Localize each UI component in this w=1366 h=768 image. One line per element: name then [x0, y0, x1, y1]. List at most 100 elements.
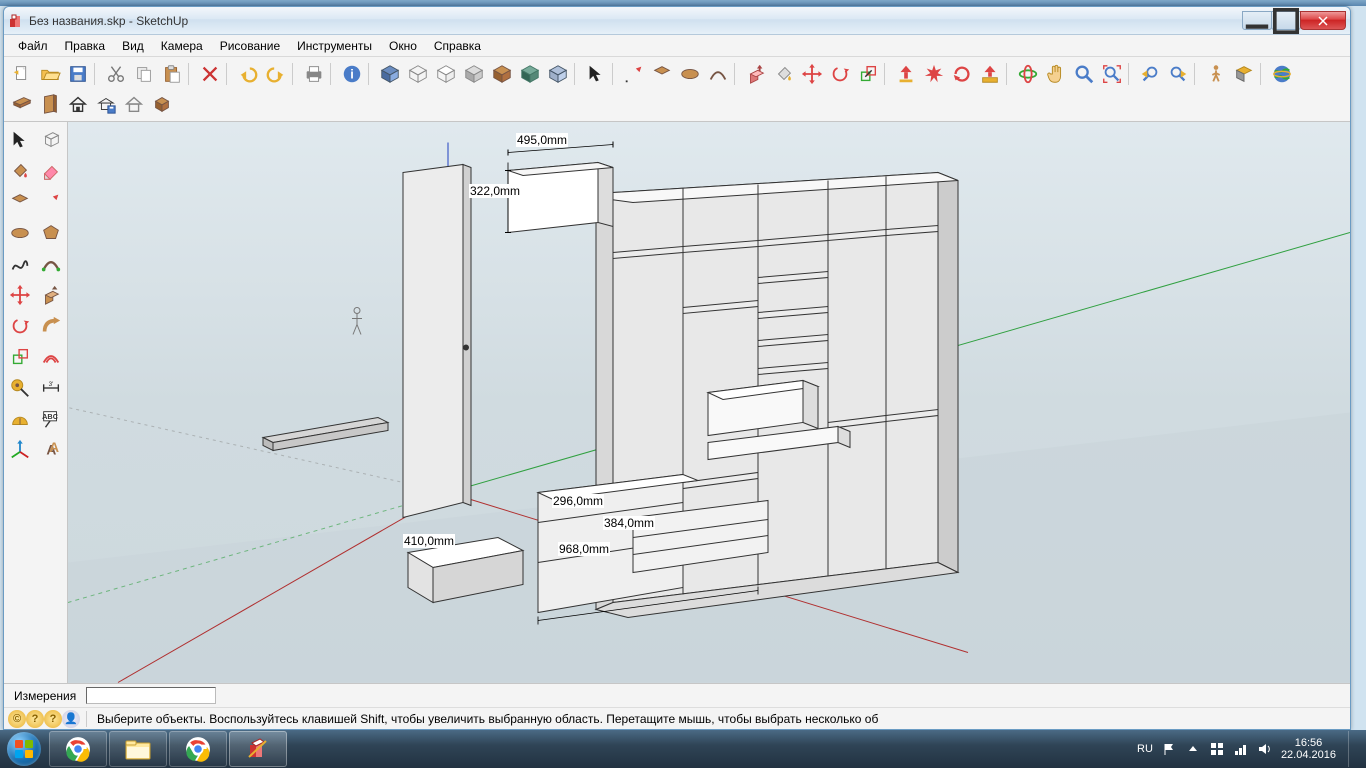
panel-component-icon[interactable] — [36, 90, 64, 118]
line-tool-icon[interactable] — [620, 60, 648, 88]
upload-icon[interactable] — [892, 60, 920, 88]
protractor-icon[interactable] — [6, 405, 34, 433]
cut-icon[interactable] — [102, 60, 130, 88]
freehand-icon[interactable] — [6, 250, 34, 278]
rotate-tool-icon[interactable] — [826, 60, 854, 88]
new-file-icon[interactable] — [8, 60, 36, 88]
circle-side-icon[interactable] — [6, 219, 34, 247]
share-icon[interactable] — [976, 60, 1004, 88]
tray-expand-icon[interactable] — [1185, 741, 1201, 757]
box-component-icon[interactable] — [148, 90, 176, 118]
paste-icon[interactable] — [158, 60, 186, 88]
taskbar-explorer[interactable] — [109, 731, 167, 767]
dimension-icon[interactable]: 3' — [37, 374, 65, 402]
credits-icon[interactable]: © — [8, 710, 26, 728]
make-component-icon[interactable] — [37, 126, 65, 154]
menu-view[interactable]: Вид — [114, 37, 152, 55]
orbit-icon[interactable] — [1014, 60, 1042, 88]
axes-icon[interactable] — [6, 436, 34, 464]
xray-icon[interactable] — [544, 60, 572, 88]
line-side-icon[interactable] — [37, 188, 65, 216]
paint-bucket-icon[interactable] — [770, 60, 798, 88]
previous-view-icon[interactable] — [1136, 60, 1164, 88]
scale-side-icon[interactable] — [6, 343, 34, 371]
copy-icon[interactable] — [130, 60, 158, 88]
save-component-icon[interactable] — [92, 90, 120, 118]
explode-icon[interactable] — [920, 60, 948, 88]
section-icon[interactable] — [1230, 60, 1258, 88]
monochrome-icon[interactable] — [516, 60, 544, 88]
select-tool-icon[interactable] — [582, 60, 610, 88]
geo-location-icon[interactable] — [1268, 60, 1296, 88]
help-icon[interactable]: ? — [26, 710, 44, 728]
arc-tool-icon[interactable] — [704, 60, 732, 88]
titlebar[interactable]: Без названия.skp - SketchUp — [4, 7, 1350, 35]
menu-draw[interactable]: Рисование — [212, 37, 288, 55]
move-tool-icon[interactable] — [798, 60, 826, 88]
push-pull-icon[interactable] — [742, 60, 770, 88]
wireframe-icon[interactable] — [404, 60, 432, 88]
move-side-icon[interactable] — [6, 281, 34, 309]
charms-icon[interactable] — [1209, 741, 1225, 757]
next-view-icon[interactable] — [1164, 60, 1192, 88]
tray-clock[interactable]: 16:56 22.04.2016 — [1281, 737, 1336, 761]
menu-window[interactable]: Окно — [381, 37, 425, 55]
zoom-icon[interactable] — [1070, 60, 1098, 88]
reload-icon[interactable] — [948, 60, 976, 88]
help2-icon[interactable]: ? — [44, 710, 62, 728]
push-pull-side-icon[interactable] — [37, 281, 65, 309]
taskbar-chrome-2[interactable] — [169, 731, 227, 767]
undo-icon[interactable] — [234, 60, 262, 88]
hidden-line-icon[interactable] — [432, 60, 460, 88]
shaded-textures-icon[interactable] — [488, 60, 516, 88]
house-component-icon[interactable] — [64, 90, 92, 118]
menu-edit[interactable]: Правка — [57, 37, 114, 55]
arc-side-icon[interactable] — [37, 250, 65, 278]
network-icon[interactable] — [1233, 741, 1249, 757]
tape-measure-icon[interactable] — [6, 374, 34, 402]
taskbar-chrome-1[interactable] — [49, 731, 107, 767]
scale-tool-icon[interactable] — [854, 60, 882, 88]
eraser-icon[interactable] — [37, 157, 65, 185]
flag-icon[interactable] — [1161, 741, 1177, 757]
volume-icon[interactable] — [1257, 741, 1273, 757]
walk-icon[interactable] — [1202, 60, 1230, 88]
model-info-icon[interactable]: i — [338, 60, 366, 88]
zoom-extents-icon[interactable] — [1098, 60, 1126, 88]
board-component-icon[interactable] — [8, 90, 36, 118]
start-button[interactable] — [0, 730, 48, 768]
iso-view-icon[interactable] — [376, 60, 404, 88]
3d-text-icon[interactable]: AA — [37, 436, 65, 464]
open-file-icon[interactable] — [36, 60, 64, 88]
viewport[interactable]: 495,0mm 322,0mm 296,0mm 384,0mm 968,0mm … — [68, 122, 1350, 683]
print-icon[interactable] — [300, 60, 328, 88]
maximize-button[interactable] — [1271, 11, 1301, 30]
menu-tools[interactable]: Инструменты — [289, 37, 380, 55]
rectangle-tool-icon[interactable] — [648, 60, 676, 88]
select-icon[interactable] — [6, 126, 34, 154]
rectangle-side-icon[interactable] — [6, 188, 34, 216]
language-indicator[interactable]: RU — [1137, 743, 1153, 755]
follow-me-icon[interactable] — [37, 312, 65, 340]
redo-icon[interactable] — [262, 60, 290, 88]
rotate-side-icon[interactable] — [6, 312, 34, 340]
menu-file[interactable]: Файл — [10, 37, 56, 55]
taskbar-sketchup[interactable] — [229, 731, 287, 767]
user-icon[interactable]: 👤 — [62, 710, 80, 728]
offset-icon[interactable] — [37, 343, 65, 371]
paint-bucket-side-icon[interactable] — [6, 157, 34, 185]
close-button[interactable] — [1300, 11, 1346, 30]
text-tool-icon[interactable]: ABC — [37, 405, 65, 433]
menu-help[interactable]: Справка — [426, 37, 489, 55]
save-file-icon[interactable] — [64, 60, 92, 88]
circle-tool-icon[interactable] — [676, 60, 704, 88]
delete-icon[interactable] — [196, 60, 224, 88]
pan-icon[interactable] — [1042, 60, 1070, 88]
shaded-icon[interactable] — [460, 60, 488, 88]
measurements-input[interactable] — [86, 687, 216, 704]
minimize-button[interactable] — [1242, 11, 1272, 30]
outline-component-icon[interactable] — [120, 90, 148, 118]
polygon-side-icon[interactable] — [37, 219, 65, 247]
menu-camera[interactable]: Камера — [153, 37, 211, 55]
show-desktop-button[interactable] — [1348, 731, 1358, 767]
